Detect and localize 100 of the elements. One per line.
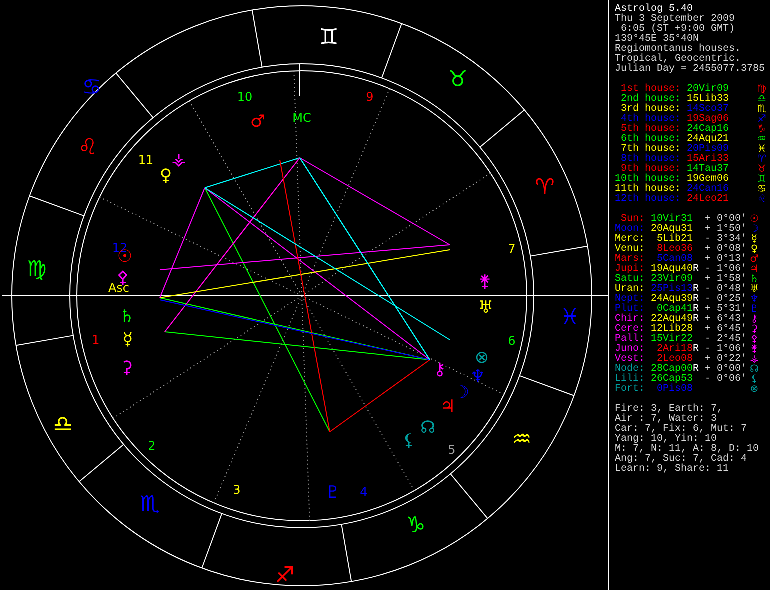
planet-glyph: ♂ [250,112,266,132]
planet-latitude: - 3°34' [704,235,747,245]
planet-latitude: + 1°58' [704,275,747,285]
element-summary-text: Yang: 10, Yin: 10 [615,435,718,445]
planet-name: Venu: [615,245,645,255]
planet-glyph: ♅ [749,285,760,295]
house-label: 5th house: [620,125,681,135]
planet-position: 28Cap00 [650,365,693,375]
planet-name: Merc: [615,235,645,245]
element-summary-text: Learn: 9, Share: 11 [615,465,730,475]
planet-name: Jupi: [615,265,645,275]
house-number: 11 [138,153,154,167]
planet-position: 15Vir22 [650,335,693,345]
chart-info-text: Thu 3 September 2009 [615,15,736,25]
planet-name: Satu: [615,275,645,285]
house-label: 10th house: [615,175,681,185]
planet-glyph: ☽ [454,383,470,403]
planet-glyph: ☿ [122,330,134,350]
planet-name: Juno: [615,345,645,355]
planet-glyph: ♃ [749,265,760,275]
zodiac-sign-glyph: ♉ [756,165,768,175]
planet-latitude: + 1°50' [704,225,747,235]
planet-glyph: ☽ [749,225,760,235]
planet-glyph: ☊ [420,418,436,438]
planet-glyph: ☿ [750,235,759,245]
planet-glyph: ⊗ [749,385,760,395]
house-label: 3rd house: [620,105,681,115]
planet-name: Pall: [615,335,645,345]
planet-glyph: ♅ [478,298,494,318]
element-summary-text: Air : 7, Water: 3 [615,415,718,425]
chart-info-text: 6:05 (ST +9:00 GMT) [621,25,736,35]
element-summary-text: Fire: 3, Earth: 7, [615,405,724,415]
house-position: 24Aqu21 [687,135,729,145]
planet-latitude: + 0°08' [704,245,747,255]
planet-glyph: ♆ [470,367,486,387]
zodiac-sign-glyph: ♋ [756,185,768,195]
planet-latitude: + 6°45' [704,325,747,335]
zodiac-sign-glyph: ♌ [78,136,98,160]
planet-position: 0Pis08 [656,385,693,395]
house-label: 2nd house: [620,95,681,105]
zodiac-sign-glyph: ♋ [82,76,102,100]
house-number: 2 [148,439,156,453]
house-number: 10 [237,90,253,104]
planet-position: 25Pis13 [650,285,693,295]
house-position: 14Tau37 [687,165,729,175]
house-number: 7 [508,242,516,256]
house-number: 5 [448,443,456,457]
planet-latitude: + 0°00' [704,365,747,375]
planet-latitude: + 0°13' [704,255,747,265]
house-label: 4th house: [620,115,681,125]
house-position: 15Lib33 [687,95,729,105]
element-summary-text: Car: 7, Fix: 6, Mut: 7 [615,425,748,435]
zodiac-sign-glyph: ♎ [53,412,73,438]
planet-glyph: ♂ [749,255,760,265]
house-position: 15Ari33 [687,155,729,165]
angle-label: MC [292,111,312,125]
zodiac-sign-glyph: ♏ [140,492,160,518]
planet-latitude: - 1°06' [704,265,747,275]
planet-position: 2Leo08 [656,355,693,365]
element-summary-text: M: 7, N: 11, A: 8, D: 10 [615,445,760,455]
planet-position: 19Aqu40 [650,265,693,275]
planet-position: 26Cap53 [650,375,693,385]
house-label: 9th house: [620,165,681,175]
planet-latitude: + 5°31' [704,305,747,315]
planet-position: 0Cap41 [656,305,693,315]
house-label: 7th house: [620,145,681,155]
planet-name: Lili: [615,375,645,385]
retrograde-mark: R [693,315,699,325]
planet-latitude: - 0°48' [704,285,747,295]
house-position: 24Leo21 [687,195,729,205]
chart-info-text: Tropical, Geocentric. [615,55,742,65]
planet-position: 23Vir09 [650,275,693,285]
zodiac-sign-glyph: ♒ [756,135,768,145]
planet-name: Plut: [615,305,645,315]
zodiac-sign-glyph: ♐ [275,564,295,588]
retrograde-mark: R [693,285,699,295]
planet-name: Uran: [615,285,645,295]
house-number: 6 [508,334,516,348]
retrograde-mark: R [693,365,699,375]
planet-name: Cere: [615,325,645,335]
zodiac-sign-glyph: ♌ [756,195,768,205]
planet-name: Node: [615,365,645,375]
planet-glyph: ⚷ [750,315,760,325]
zodiac-sign-glyph: ♐ [756,115,768,125]
house-position: 20Pis09 [687,145,729,155]
planet-glyph: ♀ [160,166,172,186]
planet-position: 10Vir31 [650,215,693,225]
house-number: 4 [360,485,368,499]
planet-name: Fort: [615,385,645,395]
zodiac-sign-glyph: ♑ [406,514,426,538]
planet-glyph: ⚳ [750,325,760,335]
element-summary-text: Ang: 7, Suc: 7, Cad: 4 [615,455,748,465]
retrograde-mark: R [693,265,699,275]
planet-latitude: - 2°45' [704,335,747,345]
house-number: 1 [92,333,100,347]
house-label: 1st house: [620,85,681,95]
planet-glyph: ⚸ [750,375,760,385]
house-label: 8th house: [620,155,681,165]
planet-latitude: - 0°25' [704,295,747,305]
planet-glyph: ⚵ [750,345,760,355]
